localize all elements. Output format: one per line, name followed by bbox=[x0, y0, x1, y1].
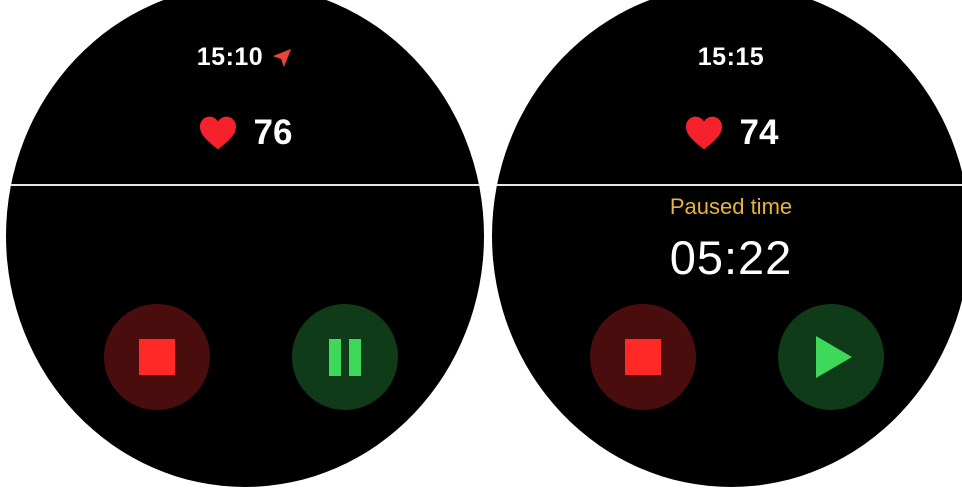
divider-line bbox=[492, 184, 962, 186]
heart-icon bbox=[685, 116, 722, 150]
status-row: 15:15 bbox=[492, 43, 962, 72]
screenshot-stage: 15:10 76 15:15 74 Paused time 05:22 bbox=[0, 0, 962, 489]
pause-bar-right bbox=[349, 338, 361, 376]
watch-face-running: 15:10 76 bbox=[6, 0, 484, 487]
stop-icon bbox=[139, 339, 175, 375]
stop-icon bbox=[625, 339, 661, 375]
pause-bar-left bbox=[329, 338, 341, 376]
paused-time-value: 05:22 bbox=[669, 231, 793, 284]
play-icon bbox=[816, 336, 852, 378]
paused-time-label: Paused time bbox=[669, 194, 793, 219]
watch-face-paused: 15:15 74 Paused time 05:22 bbox=[492, 0, 962, 487]
clock-time: 15:15 bbox=[697, 43, 765, 71]
heart-icon bbox=[199, 116, 236, 150]
status-row: 15:10 bbox=[6, 43, 484, 72]
pause-icon bbox=[329, 338, 361, 376]
heart-rate-value: 74 bbox=[739, 113, 779, 152]
stop-button[interactable] bbox=[590, 304, 696, 410]
heart-rate-row: 76 bbox=[6, 113, 484, 153]
navigation-arrow-icon bbox=[273, 48, 292, 67]
stop-button[interactable] bbox=[104, 304, 210, 410]
heart-rate-value: 76 bbox=[253, 113, 293, 152]
heart-rate-row: 74 bbox=[492, 113, 962, 153]
pause-button[interactable] bbox=[292, 304, 398, 410]
clock-time: 15:10 bbox=[196, 43, 264, 71]
divider-line bbox=[6, 184, 484, 186]
play-button[interactable] bbox=[778, 304, 884, 410]
